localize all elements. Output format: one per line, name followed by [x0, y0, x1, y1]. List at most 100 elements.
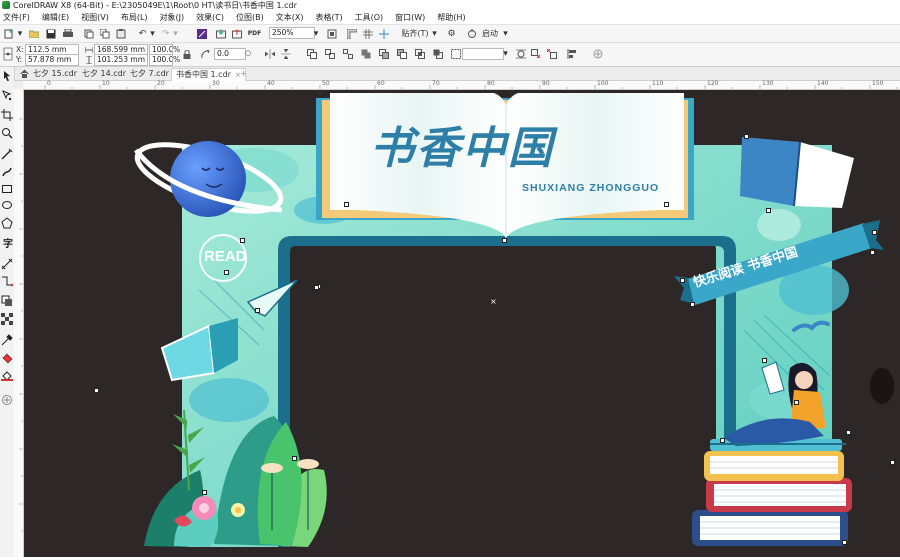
- launch-dropdown-icon[interactable]: ▾: [502, 28, 509, 39]
- outline-width-dropdown-icon[interactable]: ▾: [502, 49, 509, 59]
- rotation-field[interactable]: 0.0: [214, 48, 246, 60]
- connector-tool-icon[interactable]: [1, 275, 13, 287]
- menu-view[interactable]: 视图(V): [75, 11, 115, 24]
- tab-shuxiang-zhongguo[interactable]: 书香中国 1.cdr ×: [171, 68, 246, 81]
- menu-help[interactable]: 帮助(H): [431, 11, 471, 24]
- text-tool-icon[interactable]: 字: [1, 237, 13, 249]
- wrap-text-icon[interactable]: [515, 48, 527, 60]
- options-gear-icon[interactable]: ⚙: [446, 28, 457, 39]
- selection-node[interactable]: [292, 456, 297, 461]
- selection-node[interactable]: [664, 202, 669, 207]
- origin-position-icon[interactable]: [2, 45, 13, 63]
- copy-icon[interactable]: [99, 28, 110, 39]
- artistic-media-icon[interactable]: [1, 166, 13, 178]
- menu-file[interactable]: 文件(F): [0, 11, 36, 24]
- to-back-icon[interactable]: [546, 48, 558, 60]
- parallel-dimension-icon[interactable]: [1, 258, 13, 270]
- zoom-level-field[interactable]: 250%: [269, 27, 315, 39]
- outline-width-field[interactable]: [462, 48, 504, 60]
- selection-node[interactable]: [240, 238, 245, 243]
- vertical-ruler[interactable]: [14, 89, 24, 557]
- add-preset-icon[interactable]: [592, 48, 604, 60]
- menu-bitmap[interactable]: 位图(B): [230, 11, 270, 24]
- combine-icon[interactable]: [360, 48, 372, 60]
- search-content-icon[interactable]: [196, 28, 207, 39]
- selection-node[interactable]: [94, 388, 99, 393]
- y-position-field[interactable]: 57.878 mm: [25, 54, 79, 66]
- smart-fill-icon[interactable]: [1, 369, 13, 381]
- menu-effects[interactable]: 效果(C): [190, 11, 230, 24]
- cut-icon[interactable]: [83, 28, 94, 39]
- menu-edit[interactable]: 编辑(E): [36, 11, 75, 24]
- menu-object[interactable]: 对象(J): [154, 11, 191, 24]
- selection-node[interactable]: [870, 250, 875, 255]
- trim-icon[interactable]: [396, 48, 408, 60]
- new-tab-icon[interactable]: +: [236, 68, 251, 80]
- ellipse-tool-icon[interactable]: [1, 199, 13, 211]
- crop-tool-icon[interactable]: [1, 109, 13, 121]
- height-field[interactable]: 101.253 mm: [94, 54, 148, 66]
- polygon-tool-icon[interactable]: [1, 217, 13, 229]
- undo-dropdown-icon[interactable]: ▾: [149, 28, 156, 39]
- tab-qixi-7[interactable]: 七夕 7.cdr: [126, 68, 173, 80]
- launch-label[interactable]: 启动: [479, 28, 501, 39]
- tab-qixi-14[interactable]: 七夕 14.cdr: [78, 68, 130, 80]
- selection-node[interactable]: [762, 358, 767, 363]
- selection-node[interactable]: [690, 302, 695, 307]
- tab-qixi-15[interactable]: 七夕 15.cdr: [29, 68, 81, 80]
- rotation-center-marker[interactable]: ×: [490, 298, 497, 306]
- color-eyedropper-icon[interactable]: [1, 334, 13, 346]
- selection-node[interactable]: [842, 540, 847, 545]
- zoom-dropdown-icon[interactable]: ▾: [312, 28, 320, 39]
- show-grid-icon[interactable]: [362, 28, 373, 39]
- application-launcher-icon[interactable]: [466, 28, 477, 39]
- show-guidelines-icon[interactable]: [378, 28, 389, 39]
- selection-node[interactable]: [344, 202, 349, 207]
- simplify-icon[interactable]: [432, 48, 444, 60]
- selection-node[interactable]: [846, 430, 851, 435]
- freehand-tool-icon[interactable]: [1, 148, 13, 160]
- import-icon[interactable]: [215, 28, 226, 39]
- ungroup-all-icon[interactable]: [342, 48, 354, 60]
- to-front-icon[interactable]: [530, 48, 542, 60]
- print-icon[interactable]: [62, 28, 73, 39]
- shape-tool-icon[interactable]: [1, 89, 13, 101]
- lock-ratio-icon[interactable]: [182, 49, 192, 59]
- rectangle-tool-icon[interactable]: [1, 183, 13, 195]
- snap-dropdown-icon[interactable]: ▾: [431, 28, 438, 39]
- group-icon[interactable]: [306, 48, 318, 60]
- pick-tool-icon[interactable]: [1, 70, 13, 82]
- selection-node[interactable]: [255, 308, 260, 313]
- add-tool-icon[interactable]: [1, 394, 13, 406]
- snap-to-button[interactable]: 贴齐(T): [400, 28, 430, 39]
- drop-shadow-tool-icon[interactable]: [1, 295, 13, 307]
- menu-tools[interactable]: 工具(O): [349, 11, 390, 24]
- create-boundary-icon[interactable]: [450, 48, 462, 60]
- new-dropdown-icon[interactable]: ▾: [16, 28, 24, 39]
- selection-node[interactable]: [224, 270, 229, 275]
- selection-node[interactable]: [744, 134, 749, 139]
- show-rulers-icon[interactable]: [346, 28, 357, 39]
- selection-node[interactable]: [720, 438, 725, 443]
- menu-layout[interactable]: 布局(L): [115, 11, 154, 24]
- align-distribute-icon[interactable]: [566, 48, 578, 60]
- export-icon[interactable]: [231, 28, 242, 39]
- selection-node[interactable]: [890, 460, 895, 465]
- weld-icon[interactable]: [378, 48, 390, 60]
- redo-dropdown-icon[interactable]: ▾: [172, 28, 179, 39]
- ungroup-icon[interactable]: [324, 48, 336, 60]
- save-icon[interactable]: [45, 28, 56, 39]
- menu-text[interactable]: 文本(X): [270, 11, 310, 24]
- intersect-icon[interactable]: [414, 48, 426, 60]
- publish-pdf-icon[interactable]: PDF: [248, 28, 261, 39]
- selection-node[interactable]: [202, 490, 207, 495]
- selection-node[interactable]: [680, 278, 685, 283]
- selection-node[interactable]: [766, 208, 771, 213]
- zoom-tool-icon[interactable]: [1, 127, 13, 139]
- transparency-tool-icon[interactable]: [1, 313, 13, 325]
- paste-icon[interactable]: [115, 28, 126, 39]
- full-screen-icon[interactable]: [326, 28, 337, 39]
- horizontal-ruler[interactable]: 0 10 20 30 40 50 60 70 80 90 100 110 120…: [23, 80, 900, 90]
- open-folder-icon[interactable]: [28, 28, 39, 39]
- menu-table[interactable]: 表格(T): [309, 11, 348, 24]
